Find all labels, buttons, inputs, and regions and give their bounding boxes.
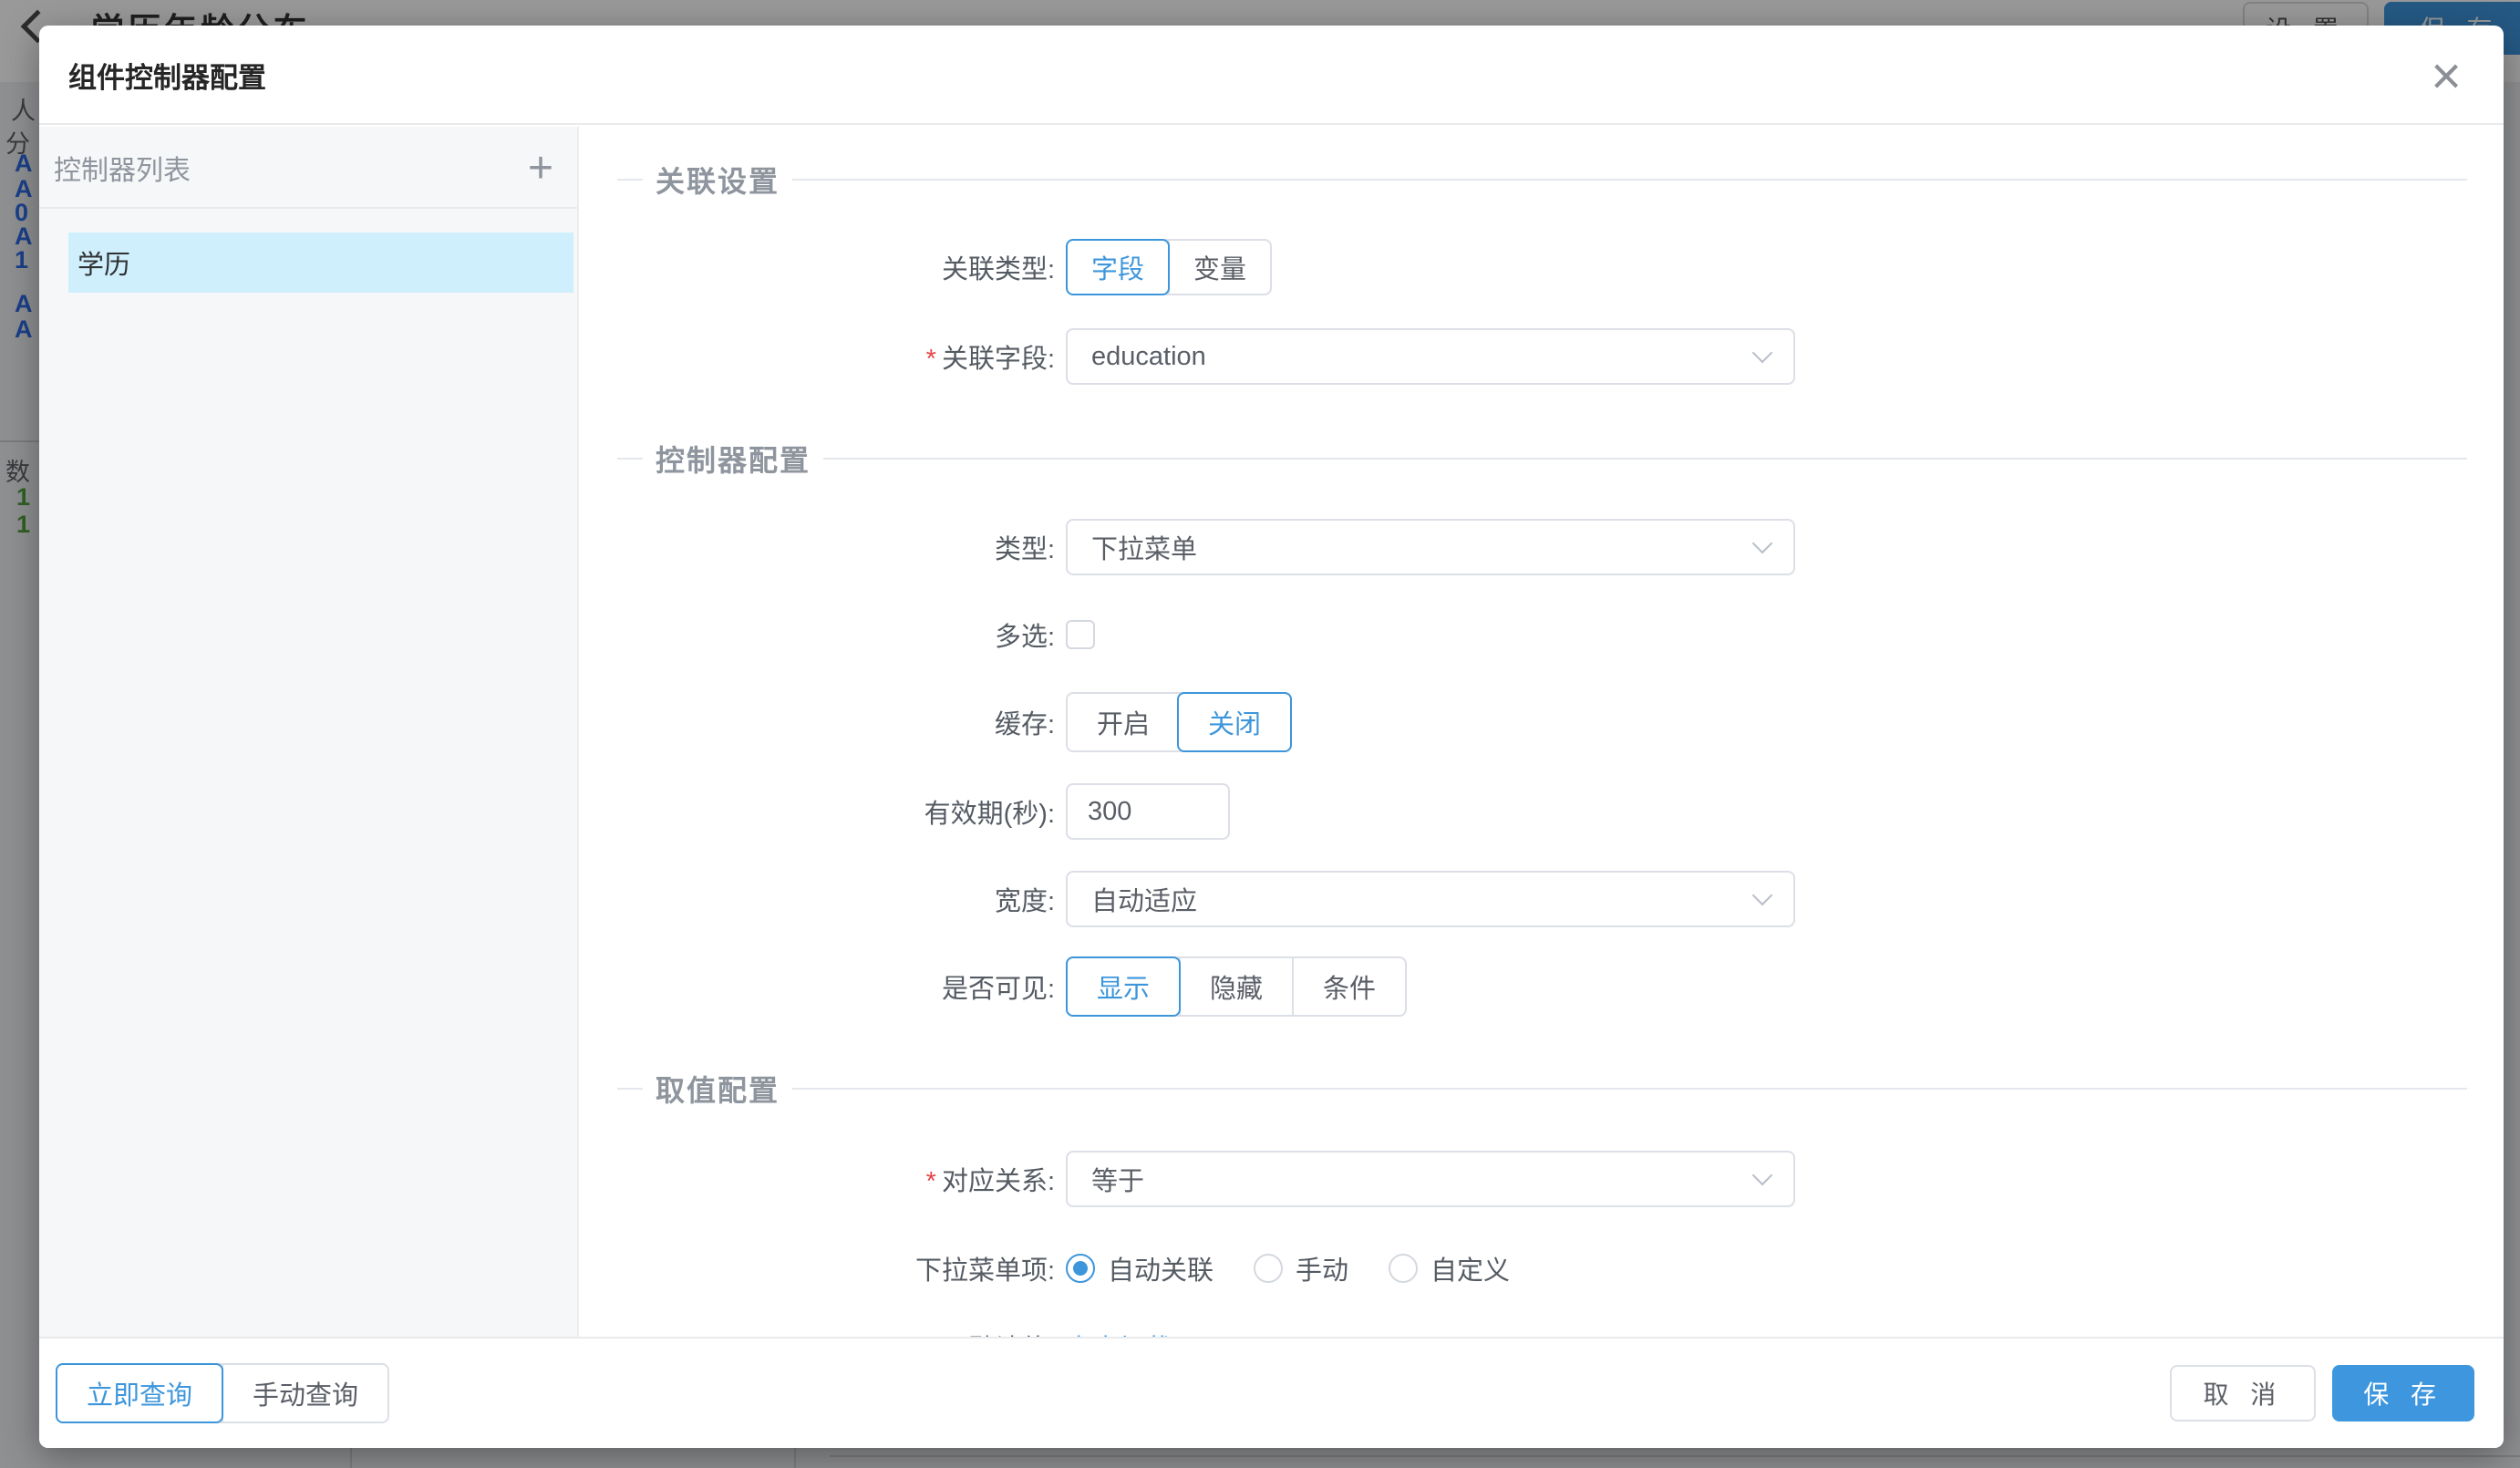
toggle-option-cache-on[interactable]: 开启 <box>1068 694 1179 750</box>
field-label: *关联字段: <box>581 337 1055 376</box>
chevron-down-icon <box>1752 1165 1773 1186</box>
field-label: 关联类型: <box>581 248 1055 286</box>
select-value: 下拉菜单 <box>1091 528 1197 566</box>
toggle-option-hide[interactable]: 隐藏 <box>1179 958 1292 1015</box>
chevron-down-icon <box>1752 885 1773 906</box>
save-button[interactable]: 保 存 <box>2332 1365 2474 1421</box>
toggle-option-cache-off[interactable]: 关闭 <box>1177 692 1292 752</box>
dialog-title: 组件控制器配置 <box>68 26 266 125</box>
form-row-association-type: 关联类型: 字段 变量 <box>581 239 2504 295</box>
field-label: 默认值: <box>581 1328 1055 1337</box>
association-field-select[interactable]: education <box>1066 328 1795 385</box>
field-label: 有效期(秒): <box>581 792 1055 831</box>
radio-icon <box>1389 1254 1418 1283</box>
select-value: education <box>1091 342 1206 372</box>
visibility-toggle: 显示 隐藏 条件 <box>1066 956 1407 1017</box>
field-label: 缓存: <box>581 703 1055 741</box>
add-controller-icon[interactable]: + <box>528 127 553 209</box>
form-row-relation: *对应关系: 等于 <box>581 1151 2504 1207</box>
toggle-option-query-manual[interactable]: 手动查询 <box>222 1365 387 1421</box>
toggle-option-field[interactable]: 字段 <box>1066 239 1170 295</box>
chevron-down-icon <box>1752 533 1773 554</box>
cancel-button[interactable]: 取 消 <box>2170 1365 2316 1421</box>
controller-list-item-selected[interactable]: 学历 <box>68 233 573 293</box>
close-icon[interactable]: × <box>2414 44 2478 108</box>
multi-select-checkbox[interactable] <box>1066 620 1095 649</box>
toggle-option-variable[interactable]: 变量 <box>1168 241 1270 294</box>
form-row-ttl: 有效期(秒): 300 <box>581 783 2504 840</box>
form-row-cache: 缓存: 开启 关闭 <box>581 694 2504 750</box>
form-row-association-field: *关联字段: education <box>581 328 2504 385</box>
dialog-component-controller-config: 组件控制器配置 × 控制器列表 + 学历 关联设置 关联类型: 字段 变量 <box>39 26 2504 1448</box>
toggle-option-show[interactable]: 显示 <box>1066 956 1181 1017</box>
toggle-option-condition[interactable]: 条件 <box>1292 958 1405 1015</box>
form-row-visibility: 是否可见: 显示 隐藏 条件 <box>581 958 2504 1015</box>
section-association-settings: 关联设置 <box>617 160 2467 200</box>
select-value: 等于 <box>1091 1160 1144 1198</box>
field-label: 宽度: <box>581 880 1055 918</box>
section-value-settings: 取值配置 <box>617 1069 2467 1109</box>
controller-list-header: 控制器列表 + <box>39 127 577 209</box>
dialog-header: 组件控制器配置 × <box>39 26 2504 125</box>
required-asterisk: * <box>926 345 936 374</box>
field-label: 下拉菜单项: <box>581 1249 1055 1287</box>
field-label: 多选: <box>581 615 1055 654</box>
dialog-form-scroll-area: 关联设置 关联类型: 字段 变量 *关联字段: education <box>581 127 2504 1337</box>
screen: 学历年龄分布 设 置 保 存 人 分 A A 0 A 1 A A 数 1 1 组… <box>0 0 2520 1468</box>
form-row-type: 类型: 下拉菜单 <box>581 519 2504 575</box>
cache-toggle: 开启 关闭 <box>1066 692 1292 752</box>
query-mode-toggle: 立即查询 手动查询 <box>56 1363 389 1423</box>
controller-type-select[interactable]: 下拉菜单 <box>1066 519 1795 575</box>
controller-list-panel: 控制器列表 + 学历 <box>39 127 579 1337</box>
width-select[interactable]: 自动适应 <box>1066 871 1795 927</box>
association-type-toggle: 字段 变量 <box>1066 239 1272 295</box>
ttl-input[interactable]: 300 <box>1066 783 1230 840</box>
field-label: *对应关系: <box>581 1160 1055 1198</box>
form-row-multi-select: 多选: <box>581 606 2504 663</box>
chevron-down-icon <box>1752 343 1773 364</box>
radio-custom[interactable]: 自定义 <box>1389 1249 1510 1287</box>
form-row-menu-items: 下拉菜单项: 自动关联 手动 自定义 <box>581 1240 2504 1297</box>
select-value: 自动适应 <box>1091 880 1197 918</box>
controller-list-title: 控制器列表 <box>54 127 191 209</box>
field-label: 类型: <box>581 528 1055 566</box>
relation-select[interactable]: 等于 <box>1066 1151 1795 1207</box>
toggle-option-query-now[interactable]: 立即查询 <box>56 1363 223 1423</box>
form-row-width: 宽度: 自动适应 <box>581 871 2504 927</box>
required-asterisk: * <box>926 1167 936 1196</box>
load-default-link[interactable]: 点击加载 <box>1066 1328 1172 1337</box>
radio-icon <box>1066 1254 1095 1283</box>
radio-manual[interactable]: 手动 <box>1254 1249 1348 1287</box>
form-row-default-value-clipped: 默认值: 点击加载 <box>581 1318 2504 1337</box>
section-controller-settings: 控制器配置 <box>617 439 2467 479</box>
radio-auto-associate[interactable]: 自动关联 <box>1066 1249 1214 1287</box>
radio-icon <box>1254 1254 1283 1283</box>
dialog-footer: 立即查询 手动查询 取 消 保 存 <box>39 1337 2504 1448</box>
field-label: 是否可见: <box>581 967 1055 1006</box>
